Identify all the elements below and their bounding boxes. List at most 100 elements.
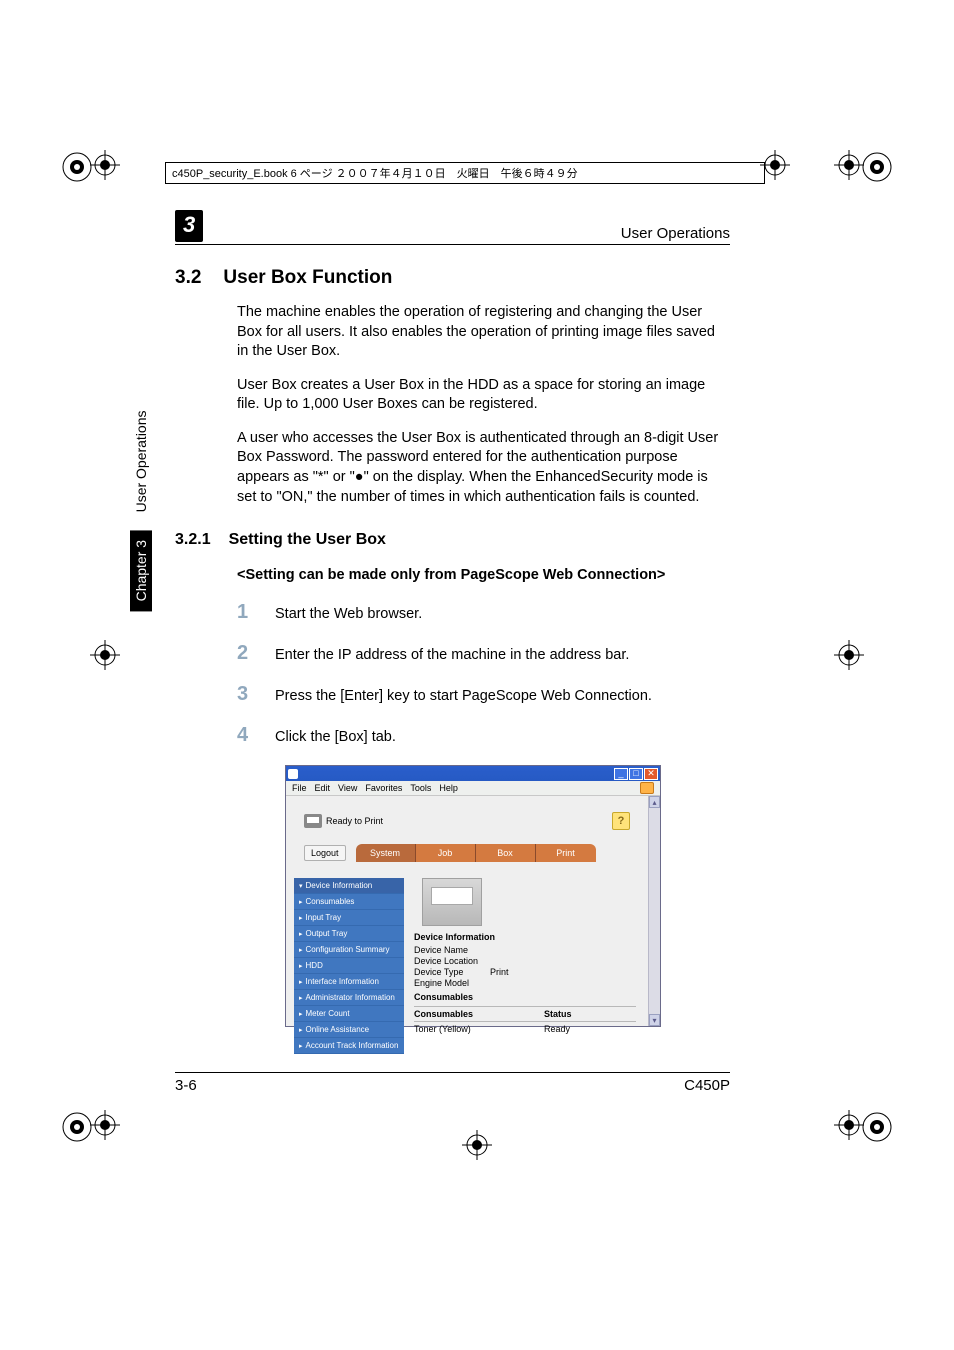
label-device-name: Device Name xyxy=(414,945,490,955)
device-image-icon xyxy=(422,878,482,926)
paragraph: User Box creates a User Box in the HDD a… xyxy=(237,376,730,415)
browser-logo-icon xyxy=(640,782,654,794)
sidebar-item-interface-info[interactable]: ▸Interface Information xyxy=(294,974,404,990)
book-header: c450P_security_E.book 6 ページ ２００７年４月１０日 火… xyxy=(165,162,765,184)
registration-mark xyxy=(834,150,864,180)
status-text: Ready to Print xyxy=(326,816,383,826)
sidebar-item-output-tray[interactable]: ▸Output Tray xyxy=(294,926,404,942)
chevron-right-icon: ▸ xyxy=(299,946,303,954)
menu-file[interactable]: File xyxy=(292,783,307,793)
step-number: 2 xyxy=(237,642,253,665)
sidebar-item-device-information[interactable]: ▾Device Information xyxy=(294,878,404,894)
chevron-right-icon: ▸ xyxy=(299,962,303,970)
side-tab: Chapter 3 User Operations xyxy=(130,410,152,611)
step-text: Press the [Enter] key to start PageScope… xyxy=(275,688,652,704)
step-3: 3 Press the [Enter] key to start PageSco… xyxy=(237,683,730,706)
side-tab-chapter: Chapter 3 xyxy=(130,530,152,611)
tab-box[interactable]: Box xyxy=(476,844,536,862)
label-device-type: Device Type xyxy=(414,967,490,977)
sidebar-item-input-tray[interactable]: ▸Input Tray xyxy=(294,910,404,926)
step-text: Start the Web browser. xyxy=(275,606,422,622)
footer-left: 3-6 xyxy=(175,1077,197,1094)
subsection-title: 3.2.1 Setting the User Box xyxy=(175,531,730,549)
window-titlebar: _ □ ✕ xyxy=(286,766,660,781)
page-footer: 3-6 C450P xyxy=(175,1072,730,1094)
consumables-head: Consumables xyxy=(414,992,636,1002)
sidebar-item-config-summary[interactable]: ▸Configuration Summary xyxy=(294,942,404,958)
table-row: Toner (Yellow) Ready xyxy=(414,1022,636,1036)
minimize-button[interactable]: _ xyxy=(614,768,628,780)
sidebar-item-online-assistance[interactable]: ▸Online Assistance xyxy=(294,1022,404,1038)
main-pane: Device Information Device Name Device Lo… xyxy=(414,878,640,1054)
sidebar-item-account-track[interactable]: ▸Account Track Information xyxy=(294,1038,404,1054)
sidebar-item-meter-count[interactable]: ▸Meter Count xyxy=(294,1006,404,1022)
instruction-title: <Setting can be made only from PageScope… xyxy=(237,567,730,583)
maximize-button[interactable]: □ xyxy=(629,768,643,780)
menu-favorites[interactable]: Favorites xyxy=(365,783,402,793)
tab-job[interactable]: Job xyxy=(416,844,476,862)
step-text: Click the [Box] tab. xyxy=(275,729,396,745)
close-button[interactable]: ✕ xyxy=(644,768,658,780)
chevron-right-icon: ▸ xyxy=(299,1042,303,1050)
section-number: 3.2 xyxy=(175,267,201,289)
section-title: 3.2 User Box Function xyxy=(175,267,730,289)
crop-dot xyxy=(60,150,94,189)
chapter-badge: 3 xyxy=(175,210,203,242)
registration-mark xyxy=(834,1110,864,1140)
running-head-right: User Operations xyxy=(621,225,730,242)
scroll-down-icon[interactable]: ▾ xyxy=(649,1014,660,1026)
col-status: Status xyxy=(544,1009,604,1019)
scrollbar[interactable]: ▴ ▾ xyxy=(648,796,660,1026)
embedded-screenshot: _ □ ✕ File Edit View Favorites Tools Hel… xyxy=(285,765,661,1027)
step-4: 4 Click the [Box] tab. xyxy=(237,724,730,747)
menu-edit[interactable]: Edit xyxy=(315,783,331,793)
chevron-right-icon: ▸ xyxy=(299,994,303,1002)
tab-print[interactable]: Print xyxy=(536,844,596,862)
registration-mark xyxy=(90,150,120,180)
sidebar-item-hdd[interactable]: ▸HDD xyxy=(294,958,404,974)
subsection-number: 3.2.1 xyxy=(175,531,211,549)
paragraph: A user who accesses the User Box is auth… xyxy=(237,429,730,507)
crop-dot xyxy=(60,1110,94,1149)
registration-mark xyxy=(834,640,864,670)
menu-view[interactable]: View xyxy=(338,783,357,793)
scroll-up-icon[interactable]: ▴ xyxy=(649,796,660,808)
registration-mark xyxy=(90,640,120,670)
sidebar-item-admin-info[interactable]: ▸Administrator Information xyxy=(294,990,404,1006)
crop-dot xyxy=(860,1110,894,1149)
chevron-right-icon: ▸ xyxy=(299,978,303,986)
step-1: 1 Start the Web browser. xyxy=(237,601,730,624)
col-consumables: Consumables xyxy=(414,1009,544,1019)
help-icon[interactable]: ? xyxy=(612,812,630,830)
chevron-right-icon: ▸ xyxy=(299,930,303,938)
sidebar-item-consumables[interactable]: ▸Consumables xyxy=(294,894,404,910)
printer-icon xyxy=(304,814,322,828)
footer-right: C450P xyxy=(684,1077,730,1094)
side-tab-section: User Operations xyxy=(133,410,149,512)
menu-tools[interactable]: Tools xyxy=(410,783,431,793)
chevron-right-icon: ▸ xyxy=(299,914,303,922)
cell-consumable: Toner (Yellow) xyxy=(414,1024,544,1034)
browser-menubar: File Edit View Favorites Tools Help xyxy=(286,781,660,796)
logout-button[interactable]: Logout xyxy=(304,845,346,861)
label-device-location: Device Location xyxy=(414,956,490,966)
running-head: 3 User Operations xyxy=(175,210,730,245)
step-number: 4 xyxy=(237,724,253,747)
crop-dot xyxy=(860,150,894,189)
step-number: 1 xyxy=(237,601,253,624)
registration-mark xyxy=(462,1130,492,1160)
chevron-right-icon: ▸ xyxy=(299,1010,303,1018)
step-number: 3 xyxy=(237,683,253,706)
section-name: User Box Function xyxy=(223,267,392,289)
app-icon xyxy=(288,769,298,779)
chevron-right-icon: ▸ xyxy=(299,1026,303,1034)
subsection-name: Setting the User Box xyxy=(229,531,386,549)
tab-system[interactable]: System xyxy=(356,844,416,862)
chevron-down-icon: ▾ xyxy=(299,882,303,890)
registration-mark xyxy=(90,1110,120,1140)
step-2: 2 Enter the IP address of the machine in… xyxy=(237,642,730,665)
value-device-type: Print xyxy=(490,967,509,977)
sidebar: ▾Device Information ▸Consumables ▸Input … xyxy=(294,878,404,1054)
menu-help[interactable]: Help xyxy=(439,783,458,793)
cell-status: Ready xyxy=(544,1024,604,1034)
